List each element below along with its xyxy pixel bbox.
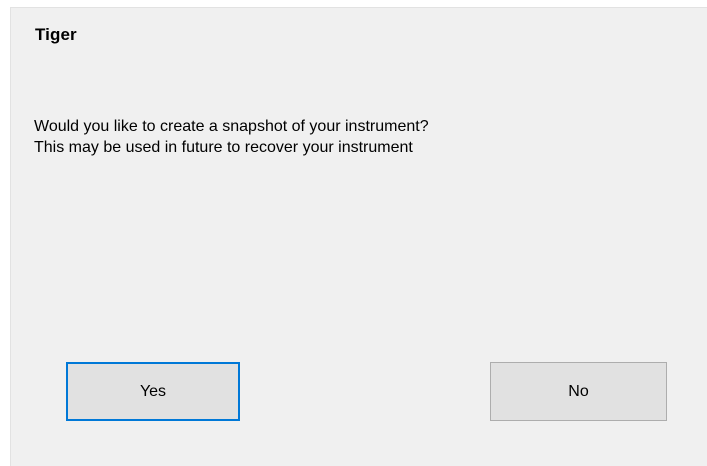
- dialog-message: Would you like to create a snapshot of y…: [34, 116, 429, 158]
- message-line-1: Would you like to create a snapshot of y…: [34, 118, 429, 135]
- yes-button[interactable]: Yes: [66, 362, 240, 421]
- no-button[interactable]: No: [490, 362, 667, 421]
- dialog-title: Tiger: [35, 25, 77, 44]
- message-line-2: This may be used in future to recover yo…: [34, 139, 413, 156]
- confirm-dialog: Tiger Would you like to create a snapsho…: [10, 7, 707, 466]
